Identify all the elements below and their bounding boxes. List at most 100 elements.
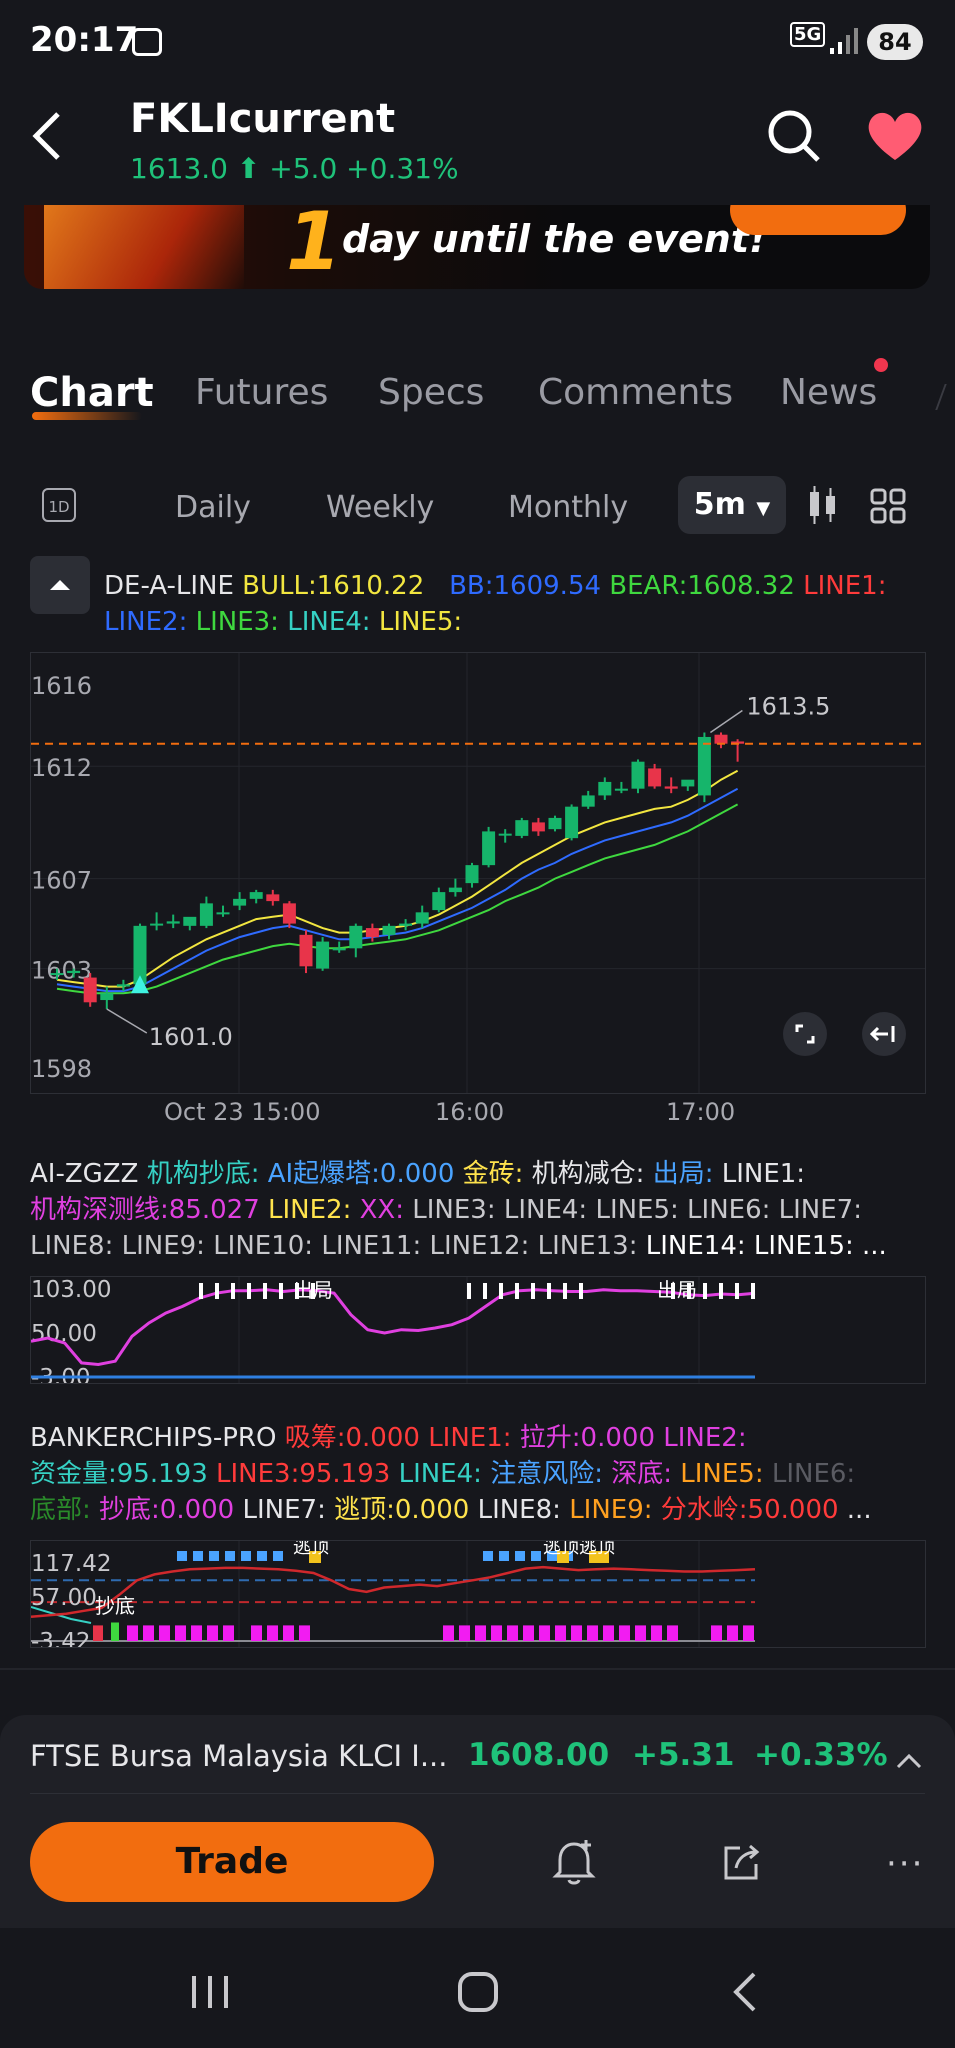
- index-change-pct: +0.33%: [754, 1737, 888, 1773]
- price-change: +5.0: [269, 152, 338, 185]
- x-tick-label: Oct 23 15:00: [164, 1098, 321, 1126]
- home-icon[interactable]: [456, 1970, 500, 2014]
- y-tick-label: 117.42: [31, 1551, 111, 1577]
- collapse-indicator-button[interactable]: [30, 556, 90, 614]
- banner-cta-button[interactable]: [730, 205, 906, 235]
- y-tick-label: 1616: [31, 672, 92, 700]
- index-price: 1608.00: [468, 1737, 610, 1773]
- risk-marker: [177, 1551, 187, 1561]
- favorite-heart-icon[interactable]: [866, 110, 924, 162]
- y-tick-label: 1612: [31, 754, 92, 782]
- tab-futures[interactable]: Futures: [195, 372, 328, 413]
- tab-comments[interactable]: Comments: [538, 372, 733, 413]
- absorb-bar: [93, 1625, 103, 1641]
- candle-body: [183, 916, 197, 926]
- fullscreen-button[interactable]: [783, 1012, 827, 1056]
- pull-up-bar: [651, 1625, 662, 1641]
- bear-value: BEAR:1608.32: [609, 571, 795, 601]
- y-tick-label: 1598: [31, 1055, 92, 1083]
- legend-item: BANKERCHIPS-PRO: [30, 1423, 285, 1453]
- grid-layout-icon[interactable]: [870, 488, 906, 524]
- chevron-up-icon[interactable]: [894, 1751, 924, 1771]
- back-icon[interactable]: [28, 108, 68, 164]
- banker-capital-line: [31, 1565, 756, 1618]
- candle-body: [166, 921, 180, 924]
- instrument-name[interactable]: FTSE Bursa Malaysia KLCI I...: [30, 1739, 447, 1773]
- system-back-icon[interactable]: [728, 1970, 762, 2014]
- legend-item: LINE3:95.193: [216, 1459, 399, 1489]
- y-tick-label: -3.00: [31, 1365, 91, 1384]
- exit-signal-bar: [231, 1283, 235, 1299]
- y-tick-label: 1607: [31, 867, 92, 895]
- risk-marker: [515, 1551, 525, 1561]
- add-alert-bell-icon[interactable]: [552, 1838, 596, 1886]
- legend-item: LINE4:: [398, 1459, 491, 1489]
- pull-up-bar: [143, 1625, 154, 1641]
- period-monthly[interactable]: Monthly: [508, 490, 628, 525]
- pull-up-bar: [743, 1625, 754, 1641]
- candle-body: [531, 822, 545, 832]
- tab-overflow-hint: [935, 384, 947, 410]
- pull-up-bar: [475, 1625, 486, 1641]
- candle-body: [548, 817, 562, 830]
- banker-legend-row3: 底部: 抄底:0.000 LINE7: 逃顶:0.000 LINE8: LINE…: [30, 1492, 930, 1528]
- system-nav-bar: [0, 1928, 955, 2048]
- legend-item: 金砖:: [462, 1159, 532, 1189]
- risk-marker: [257, 1551, 267, 1561]
- main-indicator-legend-row2: LINE2: LINE3: LINE4: LINE5:: [104, 604, 462, 640]
- exit-signal-bar: [263, 1283, 267, 1299]
- trade-button[interactable]: Trade: [30, 1822, 434, 1902]
- main-indicator-legend: DE-A-LINE BULL:1610.22 BB:1609.54 BEAR:1…: [104, 568, 887, 604]
- banker-legend-row1: BANKERCHIPS-PRO 吸筹:0.000 LINE1: 拉升:0.000…: [30, 1420, 930, 1456]
- bull-value: BULL:1610.22: [242, 571, 425, 601]
- pull-up-bar: [507, 1625, 518, 1641]
- index-change: +5.31: [632, 1737, 735, 1773]
- tab-specs[interactable]: Specs: [378, 372, 484, 413]
- candle-body: [67, 970, 81, 974]
- news-unread-dot: [874, 358, 888, 372]
- share-icon[interactable]: [720, 1840, 764, 1884]
- candle-body: [681, 779, 695, 787]
- recent-apps-icon[interactable]: [188, 1972, 232, 2012]
- candle-body: [581, 795, 595, 807]
- legend-item: LINE8:: [477, 1495, 570, 1525]
- high-marker-line: [709, 709, 743, 734]
- bankerchips-legend: BANKERCHIPS-PRO 吸筹:0.000 LINE1: 拉升:0.000…: [30, 1420, 930, 1528]
- period-daily[interactable]: Daily: [175, 490, 251, 525]
- line1-value: LINE1:: [803, 571, 887, 601]
- intraday-1d-button[interactable]: 1D: [42, 488, 76, 522]
- more-options-icon[interactable]: ···: [886, 1844, 924, 1884]
- period-weekly[interactable]: Weekly: [326, 490, 434, 525]
- exit-signal-bar: [751, 1283, 755, 1299]
- period-5m-dropdown[interactable]: 5m ▼: [678, 476, 786, 534]
- ai-zgzz-chart[interactable]: 103.0050.00-3.00出局 出局: [30, 1276, 926, 1384]
- bb-line: [56, 787, 739, 993]
- legend-item: ...: [846, 1495, 872, 1525]
- event-banner[interactable]: 1 day until the event!: [24, 205, 930, 289]
- exit-signal-bar: [735, 1283, 739, 1299]
- bankerchips-chart[interactable]: 117.4257.00-3.42抄底逃顶 逃顶逃顶: [30, 1540, 926, 1648]
- exit-signal-bar: [499, 1283, 503, 1299]
- ai-legend-row3: LINE8: LINE9: LINE10: LINE11: LINE12: LI…: [30, 1228, 930, 1264]
- scroll-to-latest-button[interactable]: [862, 1012, 906, 1056]
- candlestick-type-icon[interactable]: [806, 486, 840, 524]
- line5-value: LINE5:: [378, 607, 463, 637]
- pull-up-bar: [727, 1625, 738, 1641]
- candle-body: [365, 928, 379, 938]
- candle-body: [482, 831, 496, 866]
- pull-up-bar: [459, 1625, 470, 1641]
- pull-up-bar: [191, 1625, 202, 1641]
- low-marker-line: [106, 1008, 148, 1034]
- banker-legend-row2: 资金量:95.193 LINE3:95.193 LINE4: 注意风险: 深底:…: [30, 1456, 930, 1492]
- tab-chart[interactable]: Chart: [30, 370, 154, 416]
- legend-item: 底部:: [30, 1495, 100, 1525]
- exit-signal-bar: [215, 1283, 219, 1299]
- candle-body: [515, 820, 529, 836]
- divider: [0, 1668, 955, 1670]
- candle-body: [697, 736, 711, 796]
- jump-to-latest-icon: [869, 1026, 895, 1042]
- legend-item: 出局:: [652, 1159, 722, 1189]
- search-icon[interactable]: [766, 108, 822, 164]
- tab-news[interactable]: News: [780, 372, 877, 413]
- bottom-bar: [111, 1622, 119, 1641]
